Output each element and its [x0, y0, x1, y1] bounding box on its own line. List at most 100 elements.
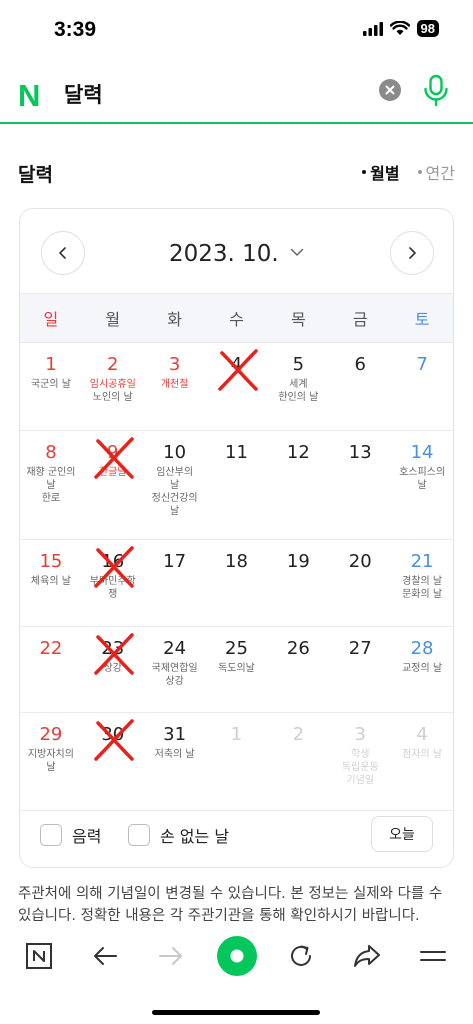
calendar-day-cell[interactable]: 16 부마민주항 쟁 — [82, 540, 144, 626]
calendar-day-cell[interactable]: 15 체육의 날 — [20, 540, 82, 626]
checkbox-box[interactable] — [40, 824, 62, 846]
lunar-checkbox[interactable]: 음력 — [40, 823, 101, 847]
calendar-day-cell[interactable]: 3 학생 독립운동 기념일 — [329, 713, 391, 810]
calendar-day-cell[interactable]: 9 한글날 — [82, 431, 144, 539]
weekday-saturday: 토 — [414, 310, 430, 329]
calendar-day-cell[interactable]: 22 — [20, 627, 82, 712]
day-event-label: 학생 — [351, 749, 370, 760]
calendar-day-cell[interactable]: 11 — [206, 431, 268, 539]
calendar-day-cell[interactable]: 1 국군의 날 — [20, 343, 82, 430]
day-number: 2 — [292, 724, 305, 745]
nohands-checkbox[interactable]: 손 없는 날 — [128, 823, 229, 847]
day-events: 한글날 — [82, 466, 144, 479]
day-events: 저축의 날 — [144, 748, 206, 761]
signal-icon — [362, 21, 383, 36]
calendar-day-cell[interactable]: 20 — [329, 540, 391, 626]
battery-icon: 98 — [416, 20, 439, 37]
calendar-day-cell[interactable]: 5 세계 한인의 날 — [267, 343, 329, 430]
day-event-label: 부마민주항 — [89, 576, 136, 587]
refresh-button[interactable] — [284, 939, 318, 973]
calendar-day-cell[interactable]: 3 개천절 — [144, 343, 206, 430]
naver-logo[interactable]: N — [18, 78, 40, 114]
day-number: 12 — [286, 442, 310, 463]
day-number: 18 — [225, 551, 248, 572]
day-event-label: 세계 — [289, 379, 308, 390]
calendar-day-cell[interactable]: 29 지방자치의 날 — [20, 713, 82, 810]
day-events: 체육의 날 — [20, 575, 82, 588]
tab-monthly[interactable]: 월별 — [362, 160, 400, 184]
weekday-sunday: 일 — [43, 310, 59, 329]
weekday-tuesday: 화 — [167, 310, 182, 329]
calendar-day-cell[interactable]: 14 호스피스의 날 — [391, 431, 453, 539]
day-event-label: 상강 — [165, 676, 184, 687]
day-number: 30 — [101, 724, 125, 745]
day-event-label: 쟁 — [108, 589, 118, 600]
voice-search-button[interactable] — [422, 74, 450, 108]
day-number: 25 — [225, 638, 248, 659]
day-number: 4 — [416, 724, 428, 745]
day-number: 24 — [163, 638, 187, 659]
calendar-day-cell[interactable]: 21 경찰의 날 문화의 날 — [391, 540, 453, 626]
calendar-day-cell[interactable]: 12 — [267, 431, 329, 539]
tab-yearly[interactable]: 연간 — [417, 160, 455, 184]
back-button[interactable] — [88, 939, 122, 973]
forward-button[interactable] — [154, 939, 188, 973]
calendar-day-cell[interactable]: 8 재향 군인의 날 한로 — [20, 431, 82, 539]
calendar-day-cell[interactable]: 2 — [267, 713, 329, 810]
day-number: 5 — [292, 354, 305, 375]
day-events: 부마민주항쟁 — [82, 575, 144, 601]
calendar-day-cell[interactable]: 2 임시공휴일 노인의 날 — [82, 343, 144, 430]
today-button[interactable]: 오늘 — [371, 816, 433, 852]
day-event-label: 날 — [170, 480, 180, 491]
day-number: 31 — [163, 724, 187, 745]
day-events: 독도의날 — [206, 662, 268, 675]
day-number: 10 — [163, 442, 187, 463]
calendar-day-cell[interactable]: 4 점자의 날 — [391, 713, 453, 810]
green-dot-button[interactable] — [214, 933, 260, 979]
menu-button[interactable] — [416, 939, 450, 973]
calendar-day-cell[interactable]: 4 — [206, 343, 268, 430]
month-label: 2023. 10. — [168, 241, 279, 267]
calendar-day-cell[interactable]: 23 상강 — [82, 627, 144, 712]
day-event-label: 점자의 날 — [402, 749, 443, 760]
calendar-options: 음력 손 없는 날 오늘 — [20, 801, 453, 867]
wifi-icon — [389, 21, 410, 35]
calendar-day-cell[interactable]: 19 — [267, 540, 329, 626]
naver-home-button[interactable] — [22, 939, 56, 973]
day-number: 3 — [354, 724, 366, 745]
day-event-label: 날 — [46, 762, 56, 773]
month-selector[interactable]: 2023. 10. — [20, 241, 453, 267]
arrow-left-icon — [94, 947, 117, 965]
calendar-day-cell[interactable]: 1 — [206, 713, 268, 810]
calendar-day-cell[interactable]: 7 — [391, 343, 453, 430]
calendar-day-cell[interactable]: 18 — [206, 540, 268, 626]
calendar-day-cell[interactable]: 13 — [329, 431, 391, 539]
day-number: 9 — [107, 442, 119, 463]
day-event-label: 호스피스의 — [399, 467, 446, 478]
next-month-button[interactable] — [390, 231, 434, 275]
calendar-day-cell[interactable]: 6 — [329, 343, 391, 430]
day-event-label: 임산부의 — [156, 467, 194, 478]
day-events: 지방자치의 날 — [20, 748, 82, 774]
calendar-day-cell[interactable]: 17 — [144, 540, 206, 626]
menu-icon — [420, 951, 446, 961]
calendar-day-cell[interactable]: 27 — [329, 627, 391, 712]
day-number: 2 — [107, 354, 119, 375]
clear-search-button[interactable] — [379, 79, 401, 101]
calendar-day-cell[interactable]: 24 국제연합일 상강 — [144, 627, 206, 712]
search-input[interactable]: 달력 — [64, 79, 103, 109]
calendar-day-cell[interactable]: 10 임산부의 날 정신건강의 날 — [144, 431, 206, 539]
calendar-day-cell[interactable]: 31 저축의 날 — [144, 713, 206, 810]
green-dot-icon — [217, 936, 257, 976]
checkbox-box[interactable] — [128, 824, 150, 846]
day-events: 재향 군인의 날 한로 — [20, 466, 82, 505]
day-event-label: 한로 — [41, 493, 61, 504]
calendar-day-cell[interactable]: 26 — [267, 627, 329, 712]
calendar-day-cell[interactable]: 30 — [82, 713, 144, 810]
chevron-down-icon — [290, 248, 304, 256]
day-number: 28 — [410, 638, 434, 659]
calendar-day-cell[interactable]: 28 교정의 날 — [391, 627, 453, 712]
share-button[interactable] — [350, 939, 384, 973]
calendar-day-cell[interactable]: 25 독도의날 — [206, 627, 268, 712]
calendar-grid: 1 국군의 날 2 임시공휴일 노인의 날 3 개천절 4 5 세계 한인의 날 6 7 8 재향 군인의 날… — [20, 343, 453, 811]
